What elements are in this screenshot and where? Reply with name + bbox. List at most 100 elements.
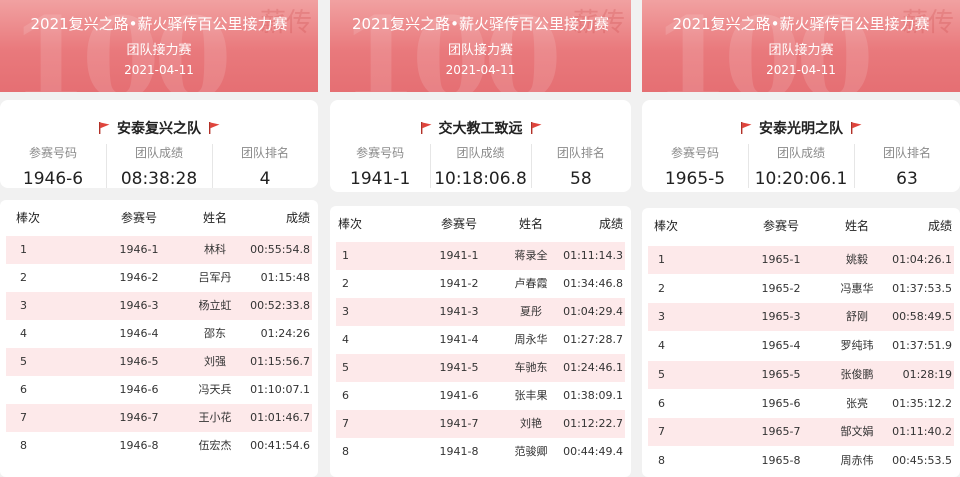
table-cell: 张丰果: [514, 389, 548, 402]
column-header: 成绩: [927, 219, 952, 233]
table-row: 1 1965-1 姚毅 01:04:26.1: [648, 246, 954, 274]
table-cell: 3: [658, 310, 665, 324]
team-summary-card: 安泰复兴之队 参赛号码 1946-6 团队成绩 08:38:28 团队排名 4: [0, 100, 318, 189]
stat-divider: [430, 144, 432, 188]
stat-team-time: 团队成绩 10:18:06.8: [430, 144, 530, 189]
event-banner: 100 薪传 2021复兴之路•薪火驿传百公里接力赛 团队接力赛 2021-04-11: [330, 0, 631, 92]
result-panel: 100 薪传 2021复兴之路•薪火驿传百公里接力赛 团队接力赛 2021-04-11 交…: [330, 0, 631, 477]
table-row: 8 1965-8 周赤伟 00:45:53.5: [648, 447, 954, 475]
table-row: 4 1946-4 邵东 01:24:26: [6, 320, 312, 348]
stat-label: 参赛号码: [28, 146, 77, 160]
table-cell: 杨立虹: [198, 299, 232, 312]
stat-divider: [854, 144, 855, 188]
table-cell: 1941-6: [439, 389, 479, 402]
team-summary-card: 安泰光明之队 参赛号码 1965-5 团队成绩 10:20:06.1 团队排名 63: [642, 100, 960, 192]
table-cell: 00:44:49.4: [563, 445, 623, 458]
table-cell: 罗纯玮: [840, 339, 874, 353]
table-cell: 7: [342, 417, 349, 430]
table-row: 5 1965-5 张俊鹏 01:28:19: [648, 360, 954, 389]
stat-divider: [748, 144, 749, 188]
table-cell: 吕军丹: [198, 271, 232, 284]
table-row: 1 1946-1 林科 00:55:54.8: [6, 236, 312, 264]
table-row: 2 1946-2 吕军丹 01:15:48: [6, 264, 312, 292]
stat-bib: 参赛号码 1965-5: [642, 144, 748, 189]
stat-value: 10:20:06.1: [754, 169, 848, 189]
stat-label: 团队成绩: [134, 146, 183, 160]
stat-bib: 参赛号码 1946-6: [0, 144, 106, 189]
table-cell: 林科: [204, 243, 226, 256]
relay-table: 棒次 参赛号 姓名 成绩 1 1965-1 姚毅 01:04:26.1 2 1965-2 冯惠华 01…: [642, 208, 960, 477]
table-cell: 1946-7: [119, 411, 159, 424]
table-cell: 01:37:53.5: [892, 281, 952, 295]
table-cell: 01:04:26.1: [892, 253, 952, 266]
team-name-row: 安泰光明之队: [642, 118, 960, 138]
event-banner: 100 薪传 2021复兴之路•薪火驿传百公里接力赛 团队接力赛 2021-04-11: [0, 0, 318, 92]
table-cell: 1965-8: [761, 453, 801, 467]
table-cell: 伍宏杰: [198, 439, 232, 452]
table-cell: 00:45:53.5: [892, 453, 952, 467]
table-cell: 01:04:29.4: [563, 305, 623, 318]
table-row: 8 1941-8 范骏卿 00:44:49.4: [336, 438, 625, 466]
table-cell: 01:35:12.2: [892, 396, 952, 410]
table-cell: 8: [342, 445, 349, 458]
column-header: 姓名: [518, 217, 543, 231]
table-cell: 1946-5: [119, 355, 159, 368]
table-cell: 01:15:48: [260, 271, 310, 284]
table-cell: 00:58:49.5: [892, 310, 952, 324]
table-row: 8 1946-8 伍宏杰 00:41:54.6: [6, 432, 312, 460]
table-cell: 1: [658, 253, 665, 266]
table-cell: 1946-1: [119, 243, 159, 256]
table-cell: 邵东: [204, 327, 226, 340]
table-header: 棒次 参赛号 姓名 成绩: [330, 206, 631, 240]
table-cell: 6: [342, 389, 349, 402]
stat-bib: 参赛号码 1941-1: [330, 144, 430, 189]
team-summary-card: 交大教工致远 参赛号码 1941-1 团队成绩 10:18:06.8 团队排名 58: [330, 100, 631, 192]
table-cell: 01:11:40.2: [892, 425, 952, 439]
table-cell: 3: [20, 299, 27, 312]
table-cell: 01:28:19: [902, 367, 952, 381]
table-cell: 冯天兵: [198, 383, 232, 396]
stat-divider: [212, 144, 213, 188]
event-subtitle: 团队接力赛: [126, 43, 192, 58]
table-cell: 1946-6: [119, 383, 159, 396]
table-row: 6 1946-6 冯天兵 01:10:07.1: [6, 376, 312, 404]
table-cell: 7: [20, 411, 27, 424]
table-cell: 夏彤: [520, 305, 542, 318]
table-cell: 刘艳: [520, 417, 542, 430]
table-cell: 1965-4: [761, 339, 801, 353]
table-cell: 1965-3: [761, 310, 801, 324]
stat-value: 1946-6: [22, 169, 84, 189]
relay-table: 棒次 参赛号 姓名 成绩 1 1941-1 蒋录全 01:11:14.3 2 1941-2 卢春霞 0…: [330, 206, 631, 477]
table-cell: 01:37:51.9: [892, 339, 952, 353]
table-cell: 王小花: [198, 411, 232, 424]
column-header: 棒次: [654, 219, 679, 233]
table-cell: 01:24:46.1: [563, 361, 623, 374]
table-cell: 4: [342, 333, 349, 346]
event-title: 2021复兴之路•薪火驿传百公里接力赛: [30, 15, 288, 33]
table-cell: 01:12:22.7: [563, 417, 623, 430]
table-cell: 1965-1: [761, 253, 801, 266]
table-cell: 1: [342, 249, 349, 262]
table-cell: 01:38:09.1: [563, 389, 623, 402]
table-cell: 1965-2: [761, 281, 801, 295]
table-cell: 冯惠华: [840, 281, 874, 295]
table-cell: 1941-2: [439, 277, 479, 290]
table-cell: 5: [20, 355, 27, 368]
event-date: 2021-04-11: [766, 63, 836, 77]
stat-label: 团队排名: [556, 146, 605, 160]
table-cell: 车驰东: [514, 361, 548, 374]
table-cell: 4: [20, 327, 27, 340]
column-header: 成绩: [285, 211, 310, 225]
table-cell: 蒋录全: [514, 249, 548, 262]
column-header: 棒次: [338, 217, 363, 231]
table-header: 棒次 参赛号 姓名 成绩: [642, 208, 960, 242]
flag-icon: [420, 122, 431, 134]
stat-value: 58: [570, 169, 592, 189]
column-header: 参赛号: [440, 217, 477, 231]
stat-label: 参赛号码: [670, 146, 719, 160]
table-row: 5 1941-5 车驰东 01:24:46.1: [336, 354, 625, 382]
table-row: 7 1946-7 王小花 01:01:46.7: [6, 404, 312, 432]
event-title: 2021复兴之路•薪火驿传百公里接力赛: [351, 15, 610, 33]
table-cell: 张亮: [846, 396, 868, 410]
table-cell: 周赤伟: [840, 453, 874, 467]
